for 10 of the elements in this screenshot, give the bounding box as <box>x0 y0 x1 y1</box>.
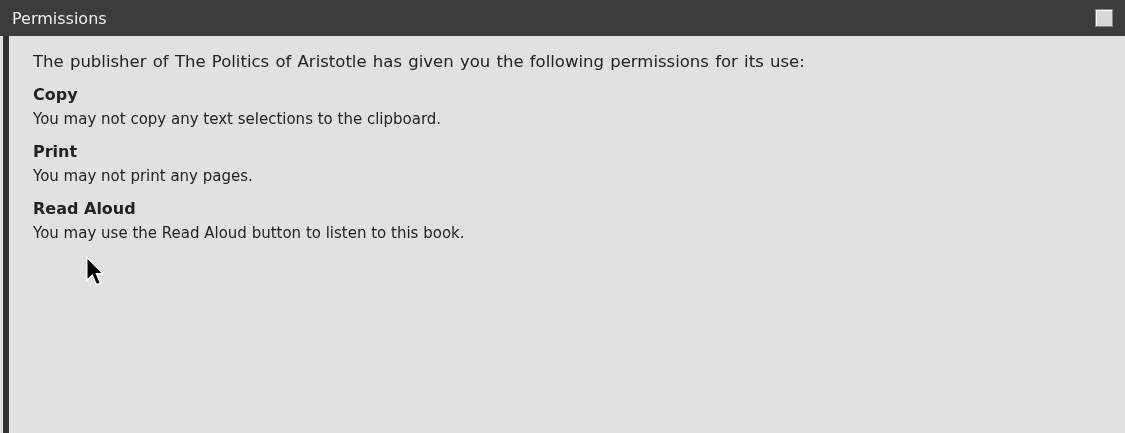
permission-description: You may use the Read Aloud button to listen to this book. <box>33 224 466 242</box>
permission-heading: Print <box>33 142 79 161</box>
intro-text: The publisher of The Politics of Aristotle has given you the following permissions for its use: <box>33 52 806 71</box>
permission-heading: Read Aloud <box>33 199 137 218</box>
permission-heading: Copy <box>33 85 79 104</box>
window-title: Permissions <box>12 8 107 28</box>
window-zoom-box[interactable] <box>1095 9 1113 27</box>
permission-description: You may not print any pages. <box>33 167 254 185</box>
permission-description: You may not copy any text selections to the clipboard. <box>33 110 443 128</box>
mouse-pointer-icon <box>85 256 105 286</box>
